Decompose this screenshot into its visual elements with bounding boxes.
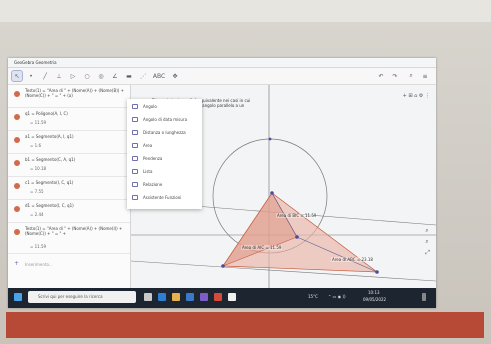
angle-tool-icon[interactable]: ∠ — [110, 71, 120, 81]
line-tool-icon[interactable]: ╱ — [40, 71, 50, 81]
algebra-row-text: q1 = Poligono(A, I, C) — [25, 111, 68, 116]
menu-item-distance[interactable]: Distanza o lunghezza — [131, 128, 201, 137]
menu-icon[interactable]: ≡ — [420, 71, 430, 81]
algebra-row-text: c1 = Segmento(I, C, q1) — [25, 180, 74, 185]
visibility-toggle-icon[interactable] — [14, 114, 20, 120]
text-tool-label: ABC — [152, 72, 166, 80]
move-tool-icon[interactable]: ↖ — [11, 70, 23, 82]
area-bic-label: Area di BIC = 11.59 — [276, 213, 318, 218]
search-placeholder: Scrivi qui per eseguire la ricerca — [38, 294, 103, 299]
visibility-toggle-icon[interactable] — [14, 91, 20, 97]
menu-item-area[interactable]: Area — [131, 141, 201, 150]
search-icon[interactable]: ⌕ — [406, 71, 416, 81]
zoom-controls[interactable]: ⌕ ⌕ ⤢ — [425, 225, 430, 258]
algebra-input[interactable]: Inserimento... — [25, 262, 125, 267]
geogebra-toolbar: ↖ • ╱ ⊥ ▷ ○ ◎ ∠ ▬ ⋰ ABC ✥ ↶ ↷ ⌕ ≡ — [8, 68, 436, 85]
visibility-toggle-icon[interactable] — [14, 229, 20, 235]
visibility-toggle-icon[interactable] — [14, 183, 20, 189]
clock-time[interactable]: 10:13 — [368, 290, 380, 295]
projector-table — [6, 312, 484, 338]
taskbar-search[interactable]: Scrivi qui per eseguire la ricerca — [28, 291, 136, 303]
algebra-row[interactable]: b1 = Segmento(C, A, q1) = 10.18 — [8, 154, 130, 177]
store-icon[interactable] — [200, 293, 208, 301]
menu-item-angle-given[interactable]: Angolo di data misura — [131, 115, 201, 124]
menu-item-list[interactable]: Lista — [131, 167, 201, 176]
algebra-input-row[interactable]: + Inserimento... — [8, 255, 130, 277]
edge-icon[interactable] — [158, 293, 166, 301]
algebra-row-value: = 11.59 — [30, 120, 47, 125]
area-aic-label: Area di AIC = 11.59 — [241, 245, 283, 250]
windows-taskbar: Scrivi qui per eseguire la ricerca 15°C … — [8, 288, 436, 308]
menu-item-slope[interactable]: Pendenza — [131, 154, 201, 163]
point-top[interactable] — [268, 137, 272, 141]
algebra-row-value: = 11.59 — [30, 244, 47, 249]
point-i[interactable] — [295, 235, 299, 239]
geogebra-app-icon[interactable] — [228, 293, 236, 301]
slope-icon — [132, 156, 138, 161]
point-a[interactable] — [221, 264, 225, 268]
clock-date[interactable]: 09/05/2022 — [363, 297, 386, 302]
style-bar-icons[interactable]: + ⊞ ⌂ ⚙ ⋮ — [403, 93, 430, 99]
algebra-row-text: Testo(1) = "Area di " + (Nome(A)) + (Nom… — [25, 226, 123, 236]
task-view-icon[interactable] — [144, 293, 152, 301]
angle-given-icon — [132, 117, 138, 122]
measure-tool-menu: Angolo Angolo di data misura Distanza o … — [127, 99, 202, 209]
move-view-tool-icon[interactable]: ✥ — [170, 71, 180, 81]
mail-icon[interactable] — [186, 293, 194, 301]
menu-item-angle[interactable]: Angolo — [131, 102, 201, 111]
algebra-row-text: a1 = Segmento(A, I, q1) — [25, 134, 74, 139]
menu-item-function-inspector[interactable]: Assistente Funzioni — [131, 193, 201, 202]
redo-icon[interactable]: ↷ — [390, 71, 400, 81]
point-c[interactable] — [375, 270, 379, 274]
visibility-toggle-icon[interactable] — [14, 160, 20, 166]
menu-item-relation[interactable]: Relazione — [131, 180, 201, 189]
office-icon[interactable] — [214, 293, 222, 301]
point-b[interactable] — [270, 191, 274, 195]
point-tool-icon[interactable]: • — [26, 71, 36, 81]
algebra-row-value: = 7.55 — [30, 189, 44, 194]
algebra-row-text: Testo(1) = "Area di " + (Nome(A)) + (Nom… — [25, 88, 124, 98]
file-explorer-icon[interactable] — [172, 293, 180, 301]
distance-icon — [132, 130, 138, 135]
reflect-tool-icon[interactable]: ⋰ — [138, 71, 148, 81]
algebra-row[interactable]: d1 = Segmento(I, C, q1) = 2.44 — [8, 200, 130, 223]
plus-icon[interactable]: + — [14, 260, 19, 267]
algebra-row[interactable]: Testo(1) = "Area di " + (Nome(A)) + (Nom… — [8, 223, 130, 254]
relation-icon — [132, 182, 138, 187]
notification-icon[interactable] — [422, 293, 426, 301]
list-icon — [132, 169, 138, 174]
undo-icon[interactable]: ↶ — [376, 71, 386, 81]
algebra-row-value: = 2.44 — [30, 212, 44, 217]
visibility-toggle-icon[interactable] — [14, 137, 20, 143]
windows-start-icon[interactable] — [14, 293, 22, 301]
polygon-tool-icon[interactable]: ▷ — [68, 71, 78, 81]
area-abc-label: Area di ABC = 23.18 — [331, 257, 374, 262]
circle-tool-icon[interactable]: ○ — [82, 71, 92, 81]
window-titlebar: GeoGebra Geometria — [8, 58, 436, 68]
window-title: GeoGebra Geometria — [14, 60, 57, 65]
algebra-row[interactable]: a1 = Segmento(A, I, q1) = 1.6 — [8, 131, 130, 154]
visibility-toggle-icon[interactable] — [14, 206, 20, 212]
function-inspector-icon — [132, 195, 138, 200]
algebra-view: Testo(1) = "Area di " + (Nome(A)) + (Nom… — [8, 85, 131, 288]
projected-screen: GeoGebra Geometria ↖ • ╱ ⊥ ▷ ○ ◎ ∠ ▬ ⋰ A… — [8, 58, 436, 308]
text-tool-icon[interactable]: ABC — [152, 71, 166, 81]
algebra-row[interactable]: c1 = Segmento(I, C, q1) = 7.55 — [8, 177, 130, 200]
algebra-row[interactable]: Testo(1) = "Area di " + (Nome(A)) + (Nom… — [8, 85, 130, 108]
algebra-row-value: = 10.18 — [30, 166, 47, 171]
circle-3-points-tool-icon[interactable]: ◎ — [96, 71, 106, 81]
algebra-row-value: = 1.6 — [30, 143, 41, 148]
tray-icons[interactable]: ⌃ ▭ ◉ )) — [328, 294, 346, 299]
algebra-row-text: d1 = Segmento(I, C, q1) — [25, 203, 74, 208]
algebra-row[interactable]: q1 = Poligono(A, I, C) = 11.59 — [8, 108, 130, 131]
perpendicular-tool-icon[interactable]: ⊥ — [54, 71, 64, 81]
area-icon — [132, 143, 138, 148]
angle-icon — [132, 104, 138, 109]
algebra-row-text: b1 = Segmento(C, A, q1) — [25, 157, 76, 162]
ceiling — [0, 0, 491, 22]
slider-tool-icon[interactable]: ▬ — [124, 71, 134, 81]
weather-text: 15°C — [308, 294, 318, 299]
